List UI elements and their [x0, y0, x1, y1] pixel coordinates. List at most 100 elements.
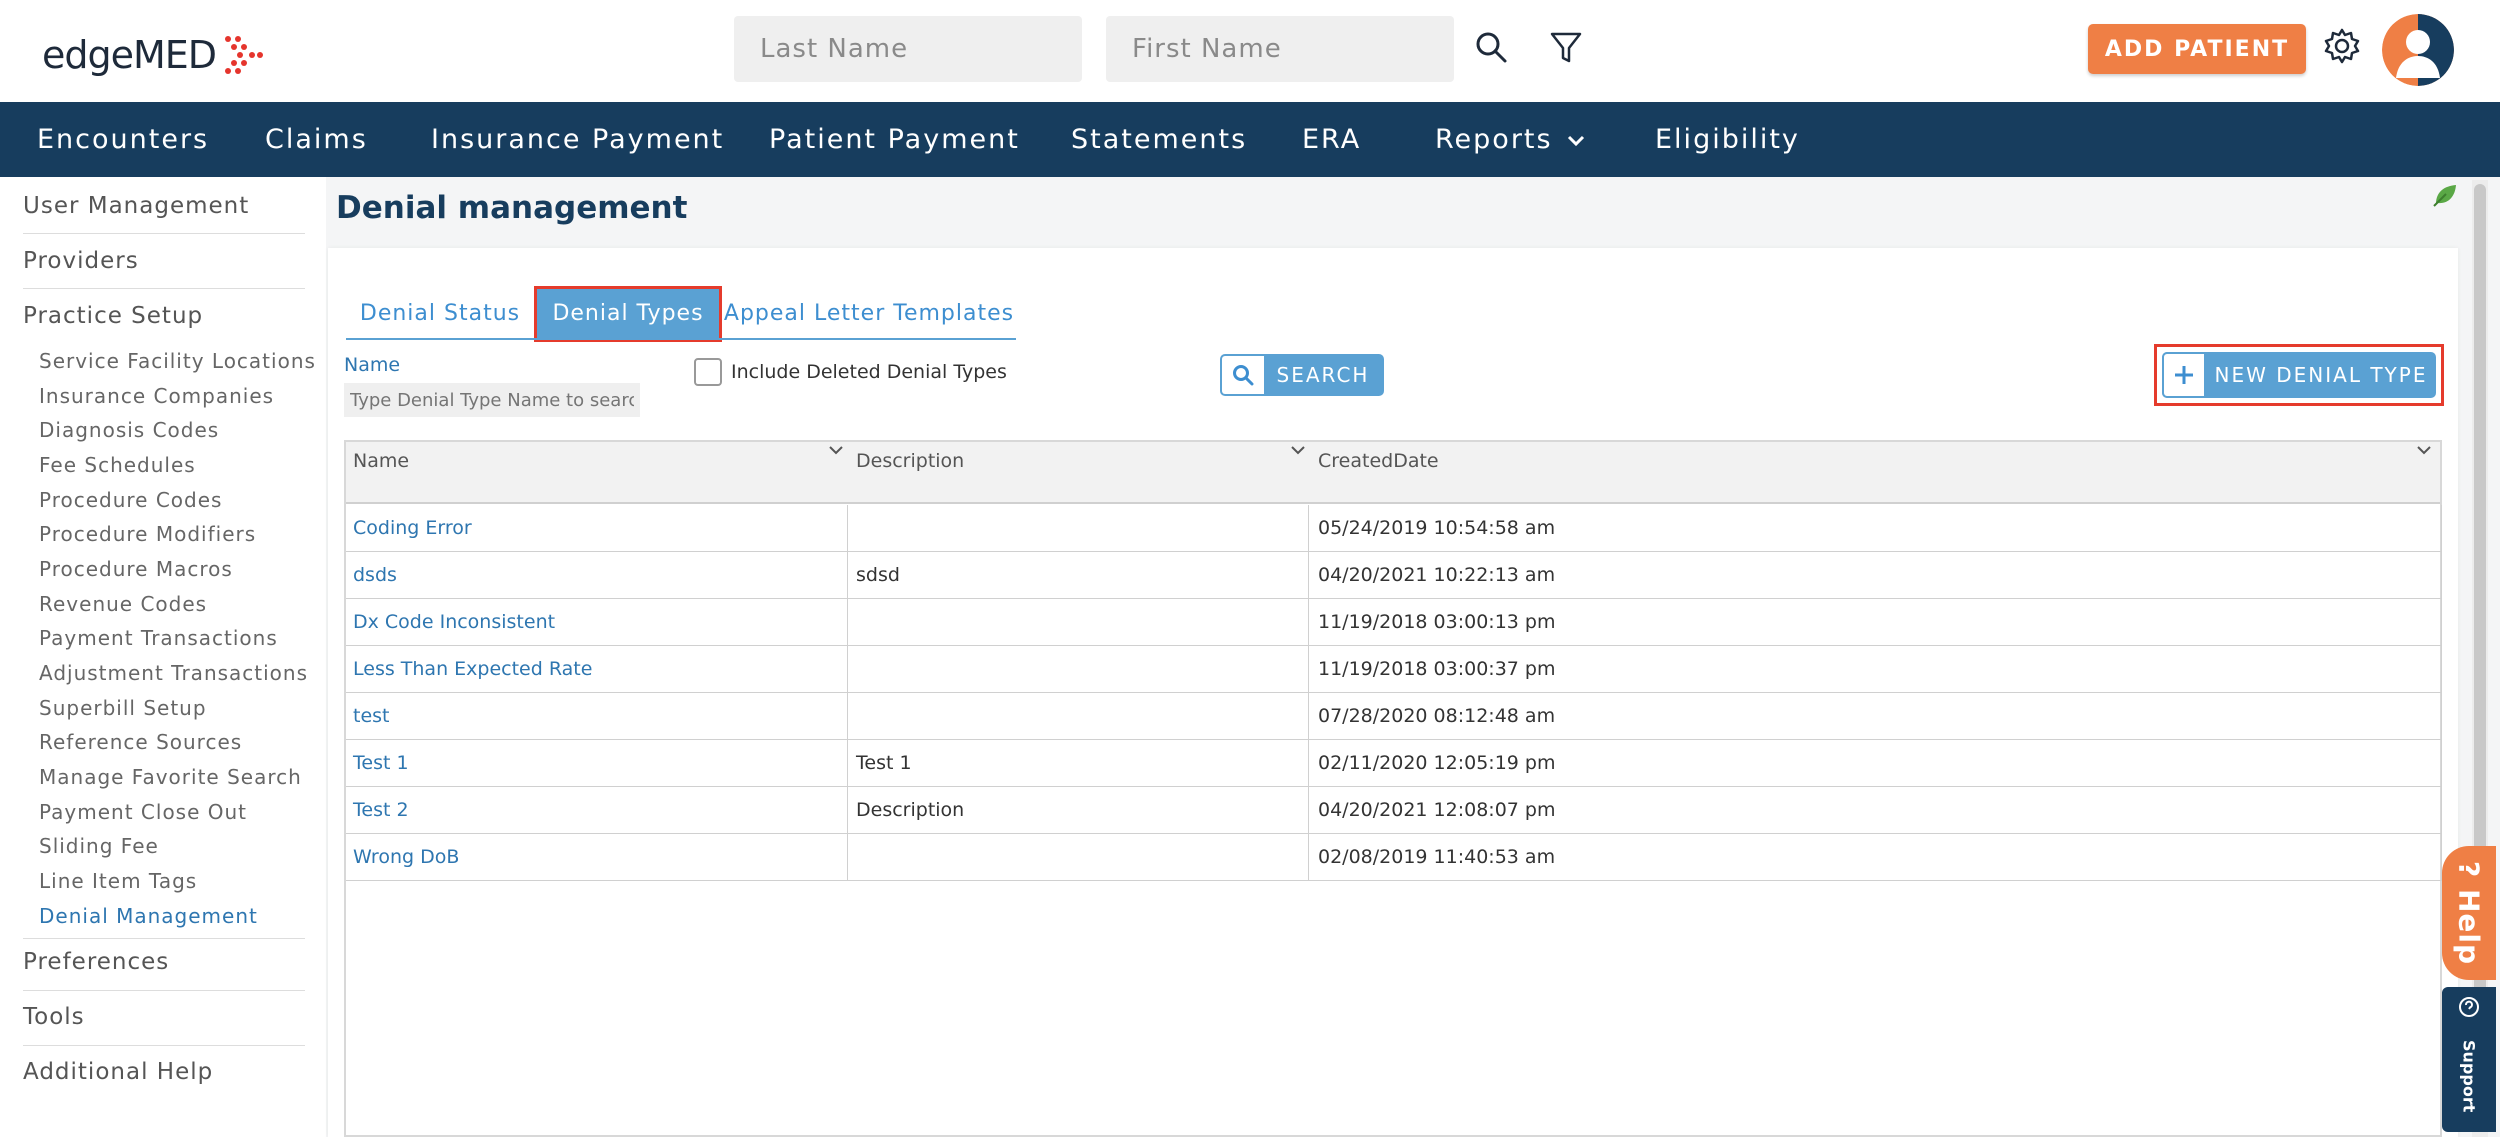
tab-denial-status[interactable]: Denial Status [346, 286, 534, 342]
add-patient-button[interactable]: ADD PATIENT [2088, 24, 2306, 74]
tab-underline [346, 338, 1016, 340]
cell-description: Test 1 [856, 752, 912, 774]
sidebar-user-management[interactable]: User Management [23, 193, 249, 219]
support-tab-label: Support [2459, 1039, 2479, 1113]
top-header: edgeMED ADD PATIENT [0, 0, 2500, 102]
sidebar-tools[interactable]: Tools [23, 1004, 85, 1030]
tab-appeal-letter-templates[interactable]: Appeal Letter Templates [722, 286, 1016, 342]
cell-name[interactable]: Test 2 [353, 787, 409, 834]
first-name-input[interactable] [1106, 16, 1454, 82]
column-menu-chevron-icon[interactable] [828, 444, 844, 456]
sidebar-item-line-item-tags[interactable]: Line Item Tags [39, 869, 197, 893]
nav-eligibility[interactable]: Eligibility [1655, 102, 1800, 177]
sidebar-item-adjustment-transactions[interactable]: Adjustment Transactions [39, 661, 308, 685]
table-row[interactable]: Wrong DoB 02/08/2019 11:40:53 am [346, 834, 2442, 881]
sidebar-item-procedure-modifiers[interactable]: Procedure Modifiers [39, 522, 256, 546]
support-chat-icon [2459, 997, 2479, 1017]
column-separator [1308, 505, 1309, 881]
table-row[interactable]: Test 1 Test 1 02/11/2020 12:05:19 pm [346, 740, 2442, 787]
help-tab-label: ? Help [2452, 860, 2486, 966]
nav-era[interactable]: ERA [1302, 102, 1361, 177]
leaf-icon [2433, 185, 2456, 207]
sidebar-item-fee-schedules[interactable]: Fee Schedules [39, 453, 196, 477]
cell-created-date: 05/24/2019 10:54:58 am [1318, 517, 1556, 539]
cell-name[interactable]: Coding Error [353, 505, 472, 552]
edgemed-logo[interactable]: edgeMED [42, 30, 264, 80]
sidebar-item-procedure-macros[interactable]: Procedure Macros [39, 557, 233, 581]
column-header-name[interactable]: Name [353, 450, 409, 472]
filter-icon[interactable] [1546, 28, 1586, 68]
logo-text: edgeMED [42, 33, 217, 77]
name-filter-label: Name [344, 354, 401, 376]
sidebar-preferences[interactable]: Preferences [23, 949, 169, 975]
table-row[interactable]: Test 2 Description 04/20/2021 12:08:07 p… [346, 787, 2442, 834]
nav-reports[interactable]: Reports [1435, 102, 1585, 177]
sidebar-divider [23, 288, 305, 289]
cell-name[interactable]: Wrong DoB [353, 834, 459, 881]
nav-statements[interactable]: Statements [1071, 102, 1247, 177]
cell-name[interactable]: dsds [353, 552, 397, 599]
page-title: Denial management [336, 190, 688, 226]
plus-icon [2175, 366, 2193, 384]
nav-encounters[interactable]: Encounters [37, 102, 209, 177]
gear-icon[interactable] [2322, 26, 2362, 66]
sidebar-divider [23, 1045, 305, 1046]
cell-created-date: 02/08/2019 11:40:53 am [1318, 846, 1556, 868]
cell-name[interactable]: Dx Code Inconsistent [353, 599, 555, 646]
column-header-description[interactable]: Description [856, 450, 964, 472]
plus-icon-box [2162, 352, 2206, 398]
sidebar-item-insurance-companies[interactable]: Insurance Companies [39, 384, 274, 408]
cell-name[interactable]: test [353, 693, 390, 740]
sidebar-item-revenue-codes[interactable]: Revenue Codes [39, 592, 207, 616]
search-button-icon-box [1222, 356, 1264, 394]
nav-claims[interactable]: Claims [265, 102, 368, 177]
column-menu-chevron-icon[interactable] [1290, 444, 1306, 456]
cell-created-date: 04/20/2021 10:22:13 am [1318, 564, 1556, 586]
column-menu-chevron-icon[interactable] [2416, 444, 2432, 456]
search-button[interactable]: SEARCH [1220, 354, 1384, 396]
cell-name[interactable]: Test 1 [353, 740, 409, 787]
nav-reports-label: Reports [1435, 124, 1553, 155]
sidebar-item-reference-sources[interactable]: Reference Sources [39, 730, 242, 754]
column-header-createddate[interactable]: CreatedDate [1318, 450, 1439, 472]
sidebar-item-payment-transactions[interactable]: Payment Transactions [39, 626, 278, 650]
sidebar-practice-setup[interactable]: Practice Setup [23, 303, 203, 329]
chevron-down-icon [1567, 135, 1584, 146]
sidebar-item-procedure-codes[interactable]: Procedure Codes [39, 488, 222, 512]
column-separator [847, 505, 848, 881]
new-denial-type-button[interactable]: NEW DENIAL TYPE [2162, 352, 2436, 398]
sidebar-divider [23, 990, 305, 991]
include-deleted-label: Include Deleted Denial Types [731, 361, 1007, 383]
sidebar-additional-help[interactable]: Additional Help [23, 1059, 213, 1085]
search-icon[interactable] [1472, 28, 1512, 68]
table-row[interactable]: Coding Error 05/24/2019 10:54:58 am [346, 505, 2442, 552]
nav-insurance-payment[interactable]: Insurance Payment [431, 102, 724, 177]
include-deleted-checkbox[interactable] [694, 358, 722, 386]
sidebar-divider [23, 938, 305, 939]
logo-dots-icon [225, 36, 264, 74]
user-avatar[interactable] [2382, 14, 2454, 86]
sidebar-item-service-facility-locations[interactable]: Service Facility Locations [39, 349, 316, 373]
sidebar-item-denial-management[interactable]: Denial Management [39, 904, 258, 928]
last-name-input[interactable] [734, 16, 1082, 82]
sidebar-item-payment-close-out[interactable]: Payment Close Out [39, 800, 247, 824]
cell-description: sdsd [856, 564, 900, 586]
table-row[interactable]: Dx Code Inconsistent 11/19/2018 03:00:13… [346, 599, 2442, 646]
cell-created-date: 04/20/2021 12:08:07 pm [1318, 799, 1556, 821]
cell-name[interactable]: Less Than Expected Rate [353, 646, 592, 693]
denial-type-name-input[interactable] [344, 383, 640, 417]
sidebar-item-manage-favorite-search[interactable]: Manage Favorite Search [39, 765, 302, 789]
table-row[interactable]: test 07/28/2020 08:12:48 am [346, 693, 2442, 740]
nav-patient-payment[interactable]: Patient Payment [769, 102, 1020, 177]
sidebar-item-diagnosis-codes[interactable]: Diagnosis Codes [39, 418, 219, 442]
cell-created-date: 11/19/2018 03:00:13 pm [1318, 611, 1556, 633]
new-denial-type-label: NEW DENIAL TYPE [2214, 363, 2428, 387]
tab-denial-types[interactable]: Denial Types [534, 286, 722, 342]
table-row[interactable]: dsds sdsd 04/20/2021 10:22:13 am [346, 552, 2442, 599]
sidebar-item-sliding-fee[interactable]: Sliding Fee [39, 834, 159, 858]
sidebar-item-superbill-setup[interactable]: Superbill Setup [39, 696, 207, 720]
sidebar-providers[interactable]: Providers [23, 248, 139, 274]
table-row[interactable]: Less Than Expected Rate 11/19/2018 03:00… [346, 646, 2442, 693]
sidebar-divider [23, 233, 305, 234]
cell-created-date: 11/19/2018 03:00:37 pm [1318, 658, 1556, 680]
